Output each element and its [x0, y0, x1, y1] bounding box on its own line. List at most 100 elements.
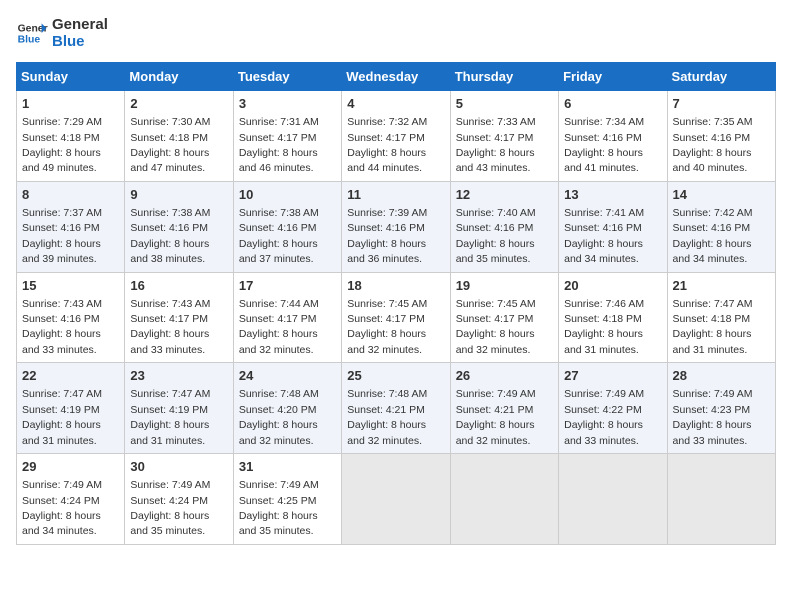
day-sunrise: Sunrise: 7:38 AM [239, 207, 319, 219]
svg-text:Blue: Blue [18, 35, 41, 46]
day-sunrise: Sunrise: 7:29 AM [22, 116, 102, 128]
day-sunset: Sunset: 4:16 PM [239, 222, 317, 234]
day-daylight: Daylight: 8 hours and 40 minutes. [673, 147, 752, 174]
day-sunset: Sunset: 4:17 PM [347, 313, 425, 325]
day-daylight: Daylight: 8 hours and 36 minutes. [347, 238, 426, 265]
day-sunrise: Sunrise: 7:49 AM [130, 479, 210, 491]
calendar-cell: 16 Sunrise: 7:43 AM Sunset: 4:17 PM Dayl… [125, 272, 233, 363]
calendar-cell: 30 Sunrise: 7:49 AM Sunset: 4:24 PM Dayl… [125, 454, 233, 545]
calendar-cell: 31 Sunrise: 7:49 AM Sunset: 4:25 PM Dayl… [233, 454, 341, 545]
day-daylight: Daylight: 8 hours and 32 minutes. [347, 328, 426, 355]
day-number: 14 [673, 186, 770, 204]
calendar-cell: 15 Sunrise: 7:43 AM Sunset: 4:16 PM Dayl… [17, 272, 125, 363]
day-sunset: Sunset: 4:16 PM [564, 222, 642, 234]
calendar-header-row: SundayMondayTuesdayWednesdayThursdayFrid… [17, 63, 776, 91]
day-daylight: Daylight: 8 hours and 34 minutes. [673, 238, 752, 265]
day-sunrise: Sunrise: 7:32 AM [347, 116, 427, 128]
day-sunset: Sunset: 4:24 PM [130, 495, 208, 507]
day-daylight: Daylight: 8 hours and 34 minutes. [22, 510, 101, 537]
day-sunset: Sunset: 4:17 PM [239, 313, 317, 325]
day-sunset: Sunset: 4:16 PM [673, 222, 751, 234]
calendar-cell: 21 Sunrise: 7:47 AM Sunset: 4:18 PM Dayl… [667, 272, 775, 363]
day-number: 8 [22, 186, 119, 204]
week-row-5: 29 Sunrise: 7:49 AM Sunset: 4:24 PM Dayl… [17, 454, 776, 545]
day-number: 15 [22, 277, 119, 295]
day-sunrise: Sunrise: 7:46 AM [564, 298, 644, 310]
day-sunrise: Sunrise: 7:47 AM [130, 388, 210, 400]
day-sunset: Sunset: 4:23 PM [673, 404, 751, 416]
week-row-2: 8 Sunrise: 7:37 AM Sunset: 4:16 PM Dayli… [17, 181, 776, 272]
day-sunset: Sunset: 4:20 PM [239, 404, 317, 416]
day-daylight: Daylight: 8 hours and 43 minutes. [456, 147, 535, 174]
day-number: 11 [347, 186, 444, 204]
day-sunset: Sunset: 4:17 PM [456, 313, 534, 325]
logo-text-blue: Blue [52, 33, 108, 50]
day-number: 3 [239, 95, 336, 113]
logo-icon: General Blue [16, 17, 48, 49]
calendar-cell: 1 Sunrise: 7:29 AM Sunset: 4:18 PM Dayli… [17, 91, 125, 182]
day-sunrise: Sunrise: 7:33 AM [456, 116, 536, 128]
calendar-cell: 10 Sunrise: 7:38 AM Sunset: 4:16 PM Dayl… [233, 181, 341, 272]
header-monday: Monday [125, 63, 233, 91]
week-row-4: 22 Sunrise: 7:47 AM Sunset: 4:19 PM Dayl… [17, 363, 776, 454]
calendar-cell [450, 454, 558, 545]
day-daylight: Daylight: 8 hours and 37 minutes. [239, 238, 318, 265]
day-sunset: Sunset: 4:17 PM [239, 132, 317, 144]
day-sunrise: Sunrise: 7:44 AM [239, 298, 319, 310]
day-sunrise: Sunrise: 7:48 AM [347, 388, 427, 400]
day-daylight: Daylight: 8 hours and 34 minutes. [564, 238, 643, 265]
page-header: General Blue General Blue [16, 16, 776, 50]
day-sunrise: Sunrise: 7:48 AM [239, 388, 319, 400]
day-daylight: Daylight: 8 hours and 32 minutes. [239, 328, 318, 355]
calendar-cell: 29 Sunrise: 7:49 AM Sunset: 4:24 PM Dayl… [17, 454, 125, 545]
day-number: 18 [347, 277, 444, 295]
day-sunrise: Sunrise: 7:45 AM [456, 298, 536, 310]
day-daylight: Daylight: 8 hours and 31 minutes. [130, 419, 209, 446]
header-sunday: Sunday [17, 63, 125, 91]
day-sunrise: Sunrise: 7:42 AM [673, 207, 753, 219]
day-daylight: Daylight: 8 hours and 33 minutes. [673, 419, 752, 446]
day-sunset: Sunset: 4:24 PM [22, 495, 100, 507]
calendar-cell: 12 Sunrise: 7:40 AM Sunset: 4:16 PM Dayl… [450, 181, 558, 272]
day-number: 25 [347, 367, 444, 385]
day-sunrise: Sunrise: 7:47 AM [673, 298, 753, 310]
calendar-cell: 18 Sunrise: 7:45 AM Sunset: 4:17 PM Dayl… [342, 272, 450, 363]
day-daylight: Daylight: 8 hours and 32 minutes. [239, 419, 318, 446]
logo-text-general: General [52, 16, 108, 33]
day-number: 2 [130, 95, 227, 113]
day-daylight: Daylight: 8 hours and 38 minutes. [130, 238, 209, 265]
calendar-cell: 7 Sunrise: 7:35 AM Sunset: 4:16 PM Dayli… [667, 91, 775, 182]
calendar-cell: 4 Sunrise: 7:32 AM Sunset: 4:17 PM Dayli… [342, 91, 450, 182]
day-daylight: Daylight: 8 hours and 41 minutes. [564, 147, 643, 174]
calendar-cell [342, 454, 450, 545]
day-sunset: Sunset: 4:16 PM [673, 132, 751, 144]
day-daylight: Daylight: 8 hours and 32 minutes. [456, 419, 535, 446]
day-daylight: Daylight: 8 hours and 31 minutes. [22, 419, 101, 446]
day-sunset: Sunset: 4:22 PM [564, 404, 642, 416]
day-sunrise: Sunrise: 7:35 AM [673, 116, 753, 128]
calendar-cell: 22 Sunrise: 7:47 AM Sunset: 4:19 PM Dayl… [17, 363, 125, 454]
day-number: 6 [564, 95, 661, 113]
day-sunrise: Sunrise: 7:49 AM [456, 388, 536, 400]
calendar-cell: 24 Sunrise: 7:48 AM Sunset: 4:20 PM Dayl… [233, 363, 341, 454]
day-daylight: Daylight: 8 hours and 33 minutes. [22, 328, 101, 355]
day-daylight: Daylight: 8 hours and 39 minutes. [22, 238, 101, 265]
calendar-cell: 23 Sunrise: 7:47 AM Sunset: 4:19 PM Dayl… [125, 363, 233, 454]
week-row-1: 1 Sunrise: 7:29 AM Sunset: 4:18 PM Dayli… [17, 91, 776, 182]
logo: General Blue General Blue [16, 16, 108, 50]
day-daylight: Daylight: 8 hours and 31 minutes. [564, 328, 643, 355]
day-sunrise: Sunrise: 7:31 AM [239, 116, 319, 128]
day-number: 21 [673, 277, 770, 295]
calendar-cell: 28 Sunrise: 7:49 AM Sunset: 4:23 PM Dayl… [667, 363, 775, 454]
week-row-3: 15 Sunrise: 7:43 AM Sunset: 4:16 PM Dayl… [17, 272, 776, 363]
day-number: 27 [564, 367, 661, 385]
calendar-cell: 2 Sunrise: 7:30 AM Sunset: 4:18 PM Dayli… [125, 91, 233, 182]
day-number: 16 [130, 277, 227, 295]
calendar-cell: 11 Sunrise: 7:39 AM Sunset: 4:16 PM Dayl… [342, 181, 450, 272]
day-sunrise: Sunrise: 7:47 AM [22, 388, 102, 400]
day-daylight: Daylight: 8 hours and 35 minutes. [456, 238, 535, 265]
day-sunrise: Sunrise: 7:43 AM [22, 298, 102, 310]
day-daylight: Daylight: 8 hours and 35 minutes. [239, 510, 318, 537]
day-sunrise: Sunrise: 7:34 AM [564, 116, 644, 128]
day-sunset: Sunset: 4:17 PM [347, 132, 425, 144]
